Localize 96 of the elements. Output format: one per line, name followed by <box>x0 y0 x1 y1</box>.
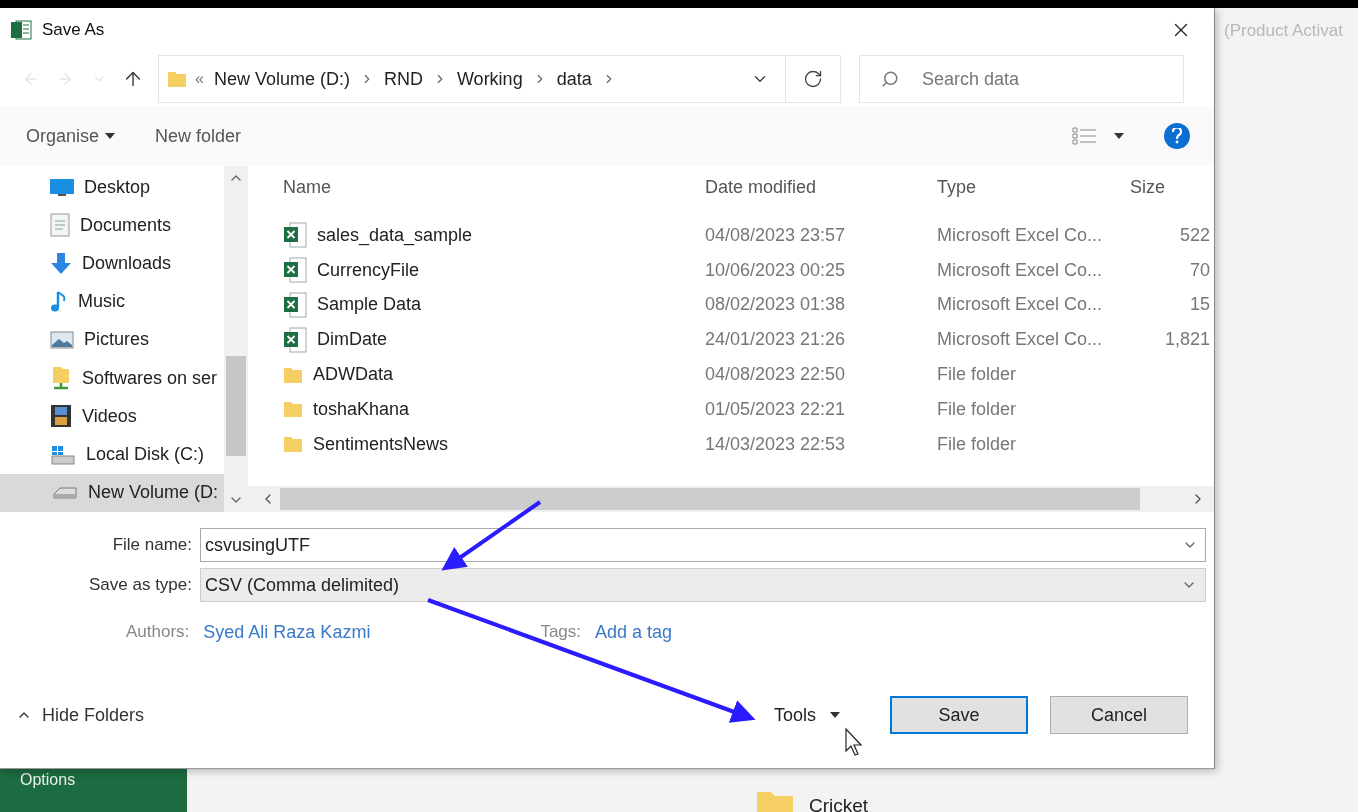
navigation-item[interactable]: Local Disk (C:) <box>0 435 224 474</box>
vertical-scrollbar[interactable] <box>224 166 248 512</box>
new-folder-button[interactable]: New folder <box>155 125 242 147</box>
column-header[interactable]: Date modified <box>705 176 937 198</box>
tools-menu-button[interactable]: Tools <box>773 704 840 726</box>
navigation-item[interactable]: Documents <box>0 206 224 245</box>
question-mark-icon <box>1172 128 1182 144</box>
navigation-item[interactable]: Softwares on ser <box>0 359 224 398</box>
refresh-button[interactable] <box>786 55 841 103</box>
window-title: Save As <box>42 20 106 40</box>
horizontal-scrollbar[interactable] <box>248 486 1214 512</box>
file-name-field[interactable]: csvusingUTF <box>200 528 1206 562</box>
breadcrumb[interactable]: data <box>554 68 594 90</box>
date-modified: 14/03/2023 22:53 <box>705 433 847 455</box>
background-folder-label: Cricket <box>809 795 869 812</box>
date-modified: 24/01/2023 21:26 <box>705 329 847 351</box>
field-label: File name: <box>111 535 193 555</box>
folder-icon <box>167 70 187 88</box>
scroll-thumb[interactable] <box>226 356 246 456</box>
breadcrumb[interactable]: New Volume (D:) <box>211 68 352 90</box>
file-name[interactable]: sales_data_sample <box>317 224 473 246</box>
excel-file-icon <box>283 326 307 353</box>
picture-icon <box>50 330 74 350</box>
file-type: File folder <box>937 364 1018 386</box>
file-name[interactable]: Sample Data <box>317 294 422 316</box>
column-header[interactable]: Type <box>937 176 1130 198</box>
navigation-item[interactable]: Music <box>0 282 224 321</box>
column-header[interactable]: Size <box>1130 176 1210 198</box>
scroll-thumb[interactable] <box>280 488 1140 510</box>
file-size: 70 <box>1188 259 1210 281</box>
file-name[interactable]: toshaKhana <box>313 398 410 420</box>
view-options-button[interactable] <box>1072 126 1124 146</box>
author-link[interactable]: Syed Ali Raza Kazmi <box>203 621 371 643</box>
mouse-cursor-icon <box>845 727 863 756</box>
add-tag-link[interactable]: Add a tag <box>595 621 673 643</box>
file-name[interactable]: CurrencyFile <box>317 259 420 281</box>
date-modified: 10/06/2023 00:25 <box>705 259 847 281</box>
breadcrumb[interactable]: Working <box>454 68 525 90</box>
desktop-icon <box>50 177 74 198</box>
navigation-item[interactable]: Pictures <box>0 320 224 360</box>
file-type: Microsoft Excel Co... <box>937 329 1104 351</box>
file-size: 522 <box>1178 224 1210 246</box>
file-type-dropdown[interactable]: CSV (Comma delimited) <box>200 568 1206 602</box>
search-icon <box>881 70 899 88</box>
dialog-button[interactable]: Save <box>890 696 1028 734</box>
folder-icon <box>283 400 303 419</box>
download-icon <box>50 251 72 276</box>
date-modified: 01/05/2023 22:21 <box>705 398 847 420</box>
spreadsheet-app-icon <box>10 19 32 41</box>
film-icon <box>50 404 72 429</box>
file-name[interactable]: DimDate <box>317 329 387 351</box>
date-modified: 04/08/2023 22:50 <box>705 364 847 386</box>
caret-icon <box>830 712 840 718</box>
excel-file-icon <box>283 257 307 284</box>
file-name[interactable]: ADWData <box>313 364 393 386</box>
file-type: Microsoft Excel Co... <box>937 259 1104 281</box>
field-label: Authors: <box>126 622 190 642</box>
refresh-icon <box>803 69 823 89</box>
overflow-marker[interactable]: « <box>195 70 204 88</box>
dialog-button[interactable]: Cancel <box>1050 696 1188 734</box>
organise-menu-button[interactable]: Organise <box>26 125 116 147</box>
background-window-title: (Product Activat <box>1224 21 1344 41</box>
hide-folders-button[interactable]: Hide Folders <box>16 704 145 726</box>
document-icon <box>50 213 70 238</box>
date-modified: 04/08/2023 23:57 <box>705 224 847 246</box>
field-label: Save as type: <box>88 575 193 595</box>
system-disk-icon <box>50 443 76 466</box>
arrow-right-icon <box>56 70 74 88</box>
background-sidebar-item: Options <box>20 771 76 789</box>
folder-icon <box>283 365 303 384</box>
caret-icon <box>1114 133 1124 139</box>
excel-file-icon <box>283 222 307 249</box>
file-type: File folder <box>937 398 1018 420</box>
file-size: 15 <box>1188 294 1210 316</box>
file-size: 1,821 <box>1163 329 1210 351</box>
column-header[interactable]: Name <box>283 176 705 198</box>
navigation-item[interactable]: Downloads <box>0 244 224 283</box>
file-type: Microsoft Excel Co... <box>937 224 1104 246</box>
network-folder-icon <box>50 365 72 392</box>
file-type: Microsoft Excel Co... <box>937 294 1104 316</box>
navigation-item[interactable]: New Volume (D: <box>0 473 224 512</box>
help-button[interactable] <box>1164 123 1190 149</box>
breadcrumb[interactable]: RND <box>381 68 425 90</box>
excel-file-icon <box>283 292 307 318</box>
navigation-item[interactable]: Desktop <box>0 168 224 207</box>
date-modified: 08/02/2023 01:38 <box>705 294 847 316</box>
field-label: Tags: <box>540 622 582 642</box>
music-note-icon <box>50 289 68 314</box>
search-field[interactable]: Search data <box>859 55 1184 103</box>
file-type: File folder <box>937 433 1018 455</box>
address-bar[interactable]: « New Volume (D:) RND Working data <box>158 55 786 103</box>
caret-icon <box>105 133 116 139</box>
folder-icon <box>283 435 303 454</box>
file-name[interactable]: SentimentsNews <box>313 433 449 455</box>
list-view-icon <box>1072 126 1098 146</box>
navigation-item[interactable]: Videos <box>0 397 224 436</box>
